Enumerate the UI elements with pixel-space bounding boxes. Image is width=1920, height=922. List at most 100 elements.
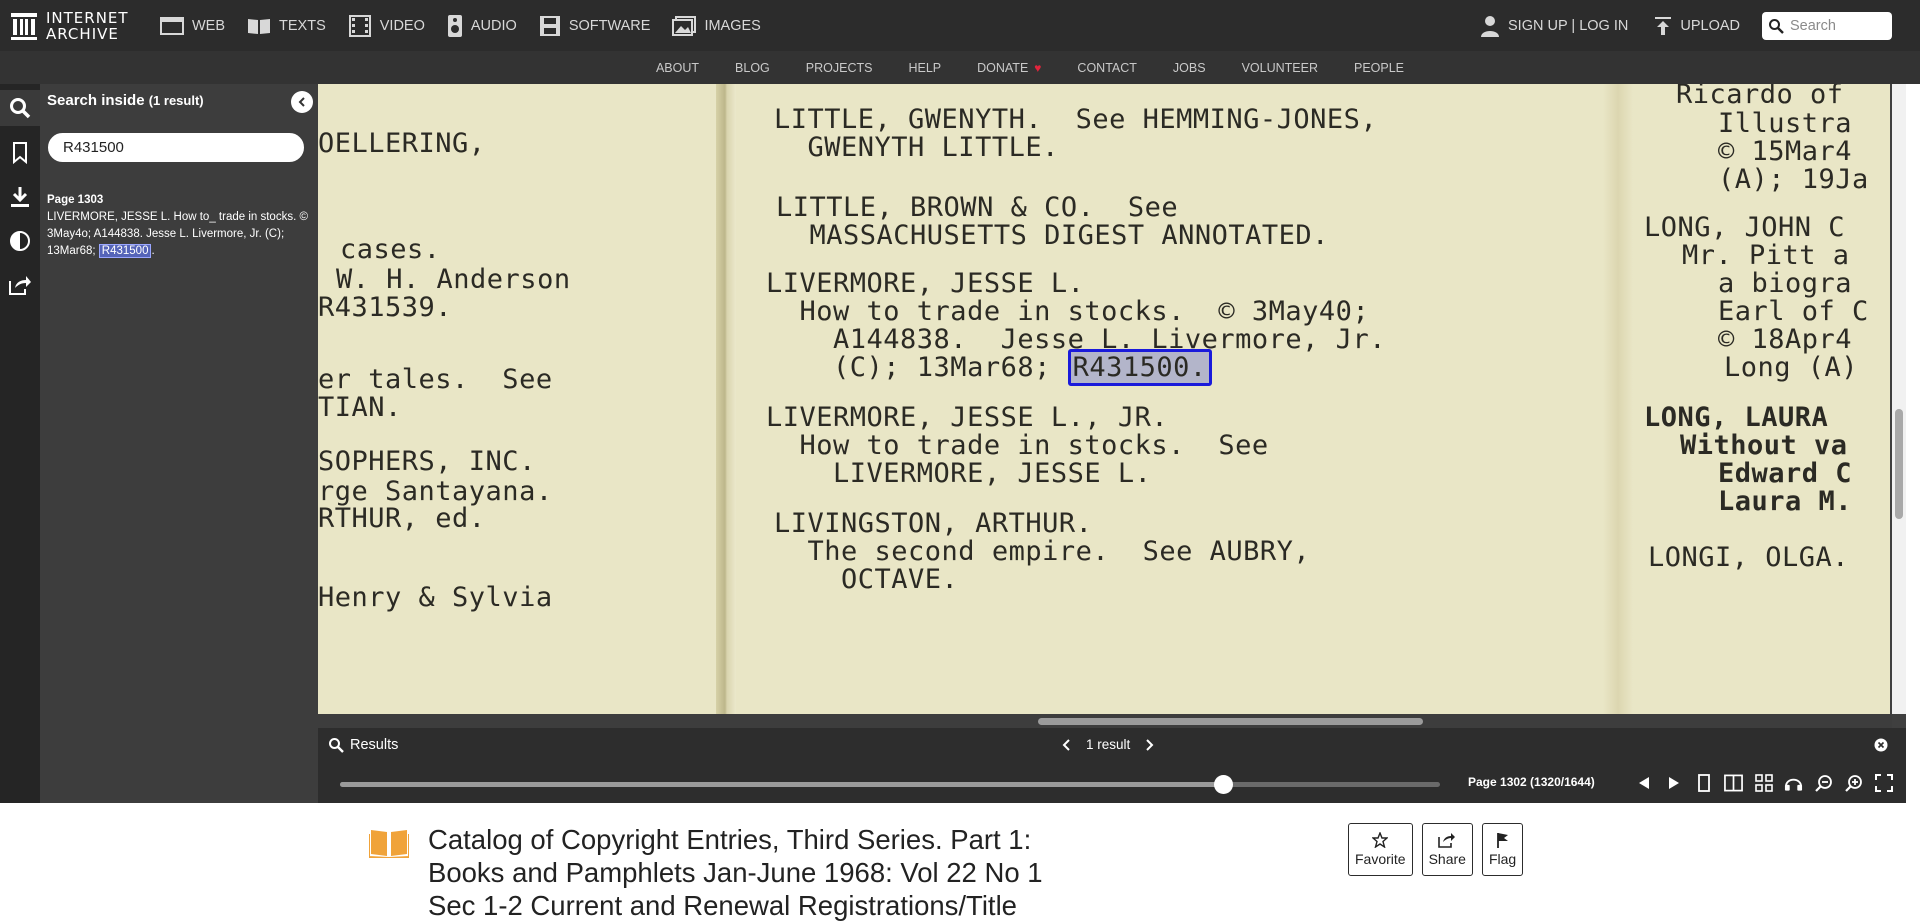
scan-text: (C); 13Mar68; R431500. [766, 349, 1212, 386]
scan-text: Without va [1680, 430, 1848, 461]
nav-donate[interactable]: DONATE ♥ [977, 61, 1041, 75]
panel-title: Search inside (1 result) [47, 92, 204, 109]
nav-projects[interactable]: PROJECTS [806, 61, 873, 75]
logo-text-line1: INTERNET [46, 8, 129, 27]
previous-result-button[interactable] [1060, 738, 1074, 752]
floppy-icon [539, 15, 560, 36]
nav-contact[interactable]: CONTACT [1077, 61, 1137, 75]
page-viewer[interactable]: OELLERING, cases. W. H. Anderson R431539… [318, 84, 1906, 714]
navigation-bar: Page 1302 (1320/1644) [318, 763, 1906, 803]
site-search-input[interactable]: Search [1762, 11, 1892, 40]
nav-people[interactable]: PEOPLE [1354, 61, 1404, 75]
two-page-view-button[interactable] [1724, 773, 1743, 792]
thumbnail-view-button[interactable] [1754, 773, 1773, 792]
scanned-page: OELLERING, cases. W. H. Anderson R431539… [318, 84, 1890, 714]
contrast-icon [10, 231, 30, 251]
close-results-icon[interactable] [1874, 738, 1888, 752]
scan-text: LITTLE, BROWN & CO. See [776, 192, 1179, 223]
next-result-button[interactable] [1142, 738, 1156, 752]
triangle-left-icon [1638, 776, 1649, 789]
fullscreen-button[interactable] [1874, 773, 1893, 792]
scan-text: TIAN. [318, 392, 402, 423]
search-inside-panel: Search inside (1 result) R431500 Page 13… [40, 84, 318, 803]
book-reader: Search inside (1 result) R431500 Page 13… [0, 84, 1906, 803]
scan-text: How to trade in stocks. © 3May40; [766, 296, 1370, 327]
media-audio[interactable]: AUDIO [447, 14, 517, 38]
scan-text: LIVINGSTON, ARTHUR. [774, 508, 1093, 539]
flip-left-button[interactable] [1634, 773, 1653, 792]
two-page-icon [1724, 774, 1743, 791]
horizontal-scroll-thumb[interactable] [1038, 718, 1423, 725]
item-title: Catalog of Copyright Entries, Third Seri… [428, 824, 1043, 921]
flip-right-button[interactable] [1664, 773, 1683, 792]
scan-text: Earl of C [1718, 296, 1869, 327]
zoom-out-icon [1814, 774, 1832, 792]
nav-about[interactable]: ABOUT [656, 61, 699, 75]
search-inside-input[interactable]: R431500 [48, 133, 304, 162]
nav-jobs[interactable]: JOBS [1173, 61, 1206, 75]
media-types: WEB TEXTS VIDEO AUDIO SOFTWARE IMAGES [160, 14, 783, 38]
single-page-icon [1697, 773, 1710, 792]
search-inside-tab[interactable] [0, 90, 40, 126]
media-web[interactable]: WEB [160, 16, 225, 36]
scan-text: © 15Mar4 [1718, 136, 1853, 167]
grid-icon [1754, 773, 1773, 792]
media-images[interactable]: IMAGES [672, 15, 761, 36]
scan-text: © 18Apr4 [1718, 324, 1853, 355]
upload-button[interactable]: UPLOAD [1654, 16, 1740, 36]
download-tab[interactable] [0, 179, 40, 215]
flag-icon [1496, 833, 1508, 848]
zoom-in-button[interactable] [1844, 773, 1863, 792]
result-match-highlight: R431500 [98, 244, 152, 258]
page-slider-fill [340, 782, 1224, 787]
scan-text: LONG, LAURA [1644, 402, 1829, 433]
media-video[interactable]: VIDEO [348, 14, 425, 37]
scan-text: Ricardo of [1676, 84, 1844, 110]
share-tab[interactable] [0, 267, 40, 303]
media-software[interactable]: SOFTWARE [539, 15, 650, 37]
scan-text: Henry & Sylvia [318, 582, 553, 613]
scan-text: LIVERMORE, JESSE L. [766, 268, 1085, 299]
nav-help[interactable]: HELP [908, 61, 941, 75]
signup-login-link[interactable]: SIGN UP | LOG IN [1480, 15, 1628, 37]
page-slider[interactable] [340, 775, 1440, 794]
scan-text: LITTLE, GWENYTH. See HEMMING-JONES, [774, 104, 1378, 135]
horizontal-scrollbar[interactable] [318, 714, 1892, 728]
scan-text: GWENYTH LITTLE. [774, 132, 1059, 163]
page-gutter [716, 84, 736, 714]
visual-adjustments-tab[interactable] [0, 223, 40, 259]
result-snippet: LIVERMORE, JESSE L. How to_ trade in sto… [47, 211, 308, 257]
scan-text: Long (A) [1724, 352, 1859, 383]
read-aloud-button[interactable] [1784, 773, 1803, 792]
triangle-right-icon [1668, 776, 1679, 789]
share-button[interactable]: Share [1421, 823, 1473, 876]
nav-volunteer[interactable]: VOLUNTEER [1242, 61, 1318, 75]
vertical-scrollbar[interactable] [1892, 84, 1906, 714]
flag-button[interactable]: Flag [1481, 823, 1524, 876]
zoom-out-button[interactable] [1814, 773, 1833, 792]
search-result-item[interactable]: Page 1303 LIVERMORE, JESSE L. How to_ tr… [47, 192, 312, 260]
one-page-view-button[interactable] [1694, 773, 1713, 792]
internet-archive-logo[interactable]: INTERNET ARCHIVE [10, 10, 160, 42]
page-number-label: Page 1302 (1320/1644) [1468, 775, 1595, 789]
upload-icon [1655, 16, 1672, 35]
scan-text: R431539. [318, 292, 453, 323]
scan-text: The second empire. See AUBRY, [774, 536, 1311, 567]
results-label[interactable]: Results [328, 737, 398, 753]
scan-text: er tales. See [318, 364, 553, 395]
favorite-button[interactable]: Favorite [1348, 823, 1413, 876]
vertical-scroll-thumb[interactable] [1895, 409, 1903, 519]
search-icon [329, 738, 344, 753]
scan-text: LIVERMORE, JESSE L., JR. [766, 402, 1169, 433]
page-slider-handle[interactable] [1214, 775, 1234, 794]
user-icon [1481, 15, 1500, 37]
search-icon [1769, 18, 1784, 34]
media-texts[interactable]: TEXTS [247, 16, 326, 36]
scan-text: Laura M. [1718, 486, 1853, 517]
collapse-panel-button[interactable] [291, 91, 313, 113]
scan-text: MASSACHUSETTS DIGEST ANNOTATED. [776, 220, 1329, 251]
nav-blog[interactable]: BLOG [735, 61, 770, 75]
bookmarks-tab[interactable] [0, 135, 40, 171]
side-menu-rail [0, 84, 40, 803]
fullscreen-icon [1874, 773, 1893, 792]
